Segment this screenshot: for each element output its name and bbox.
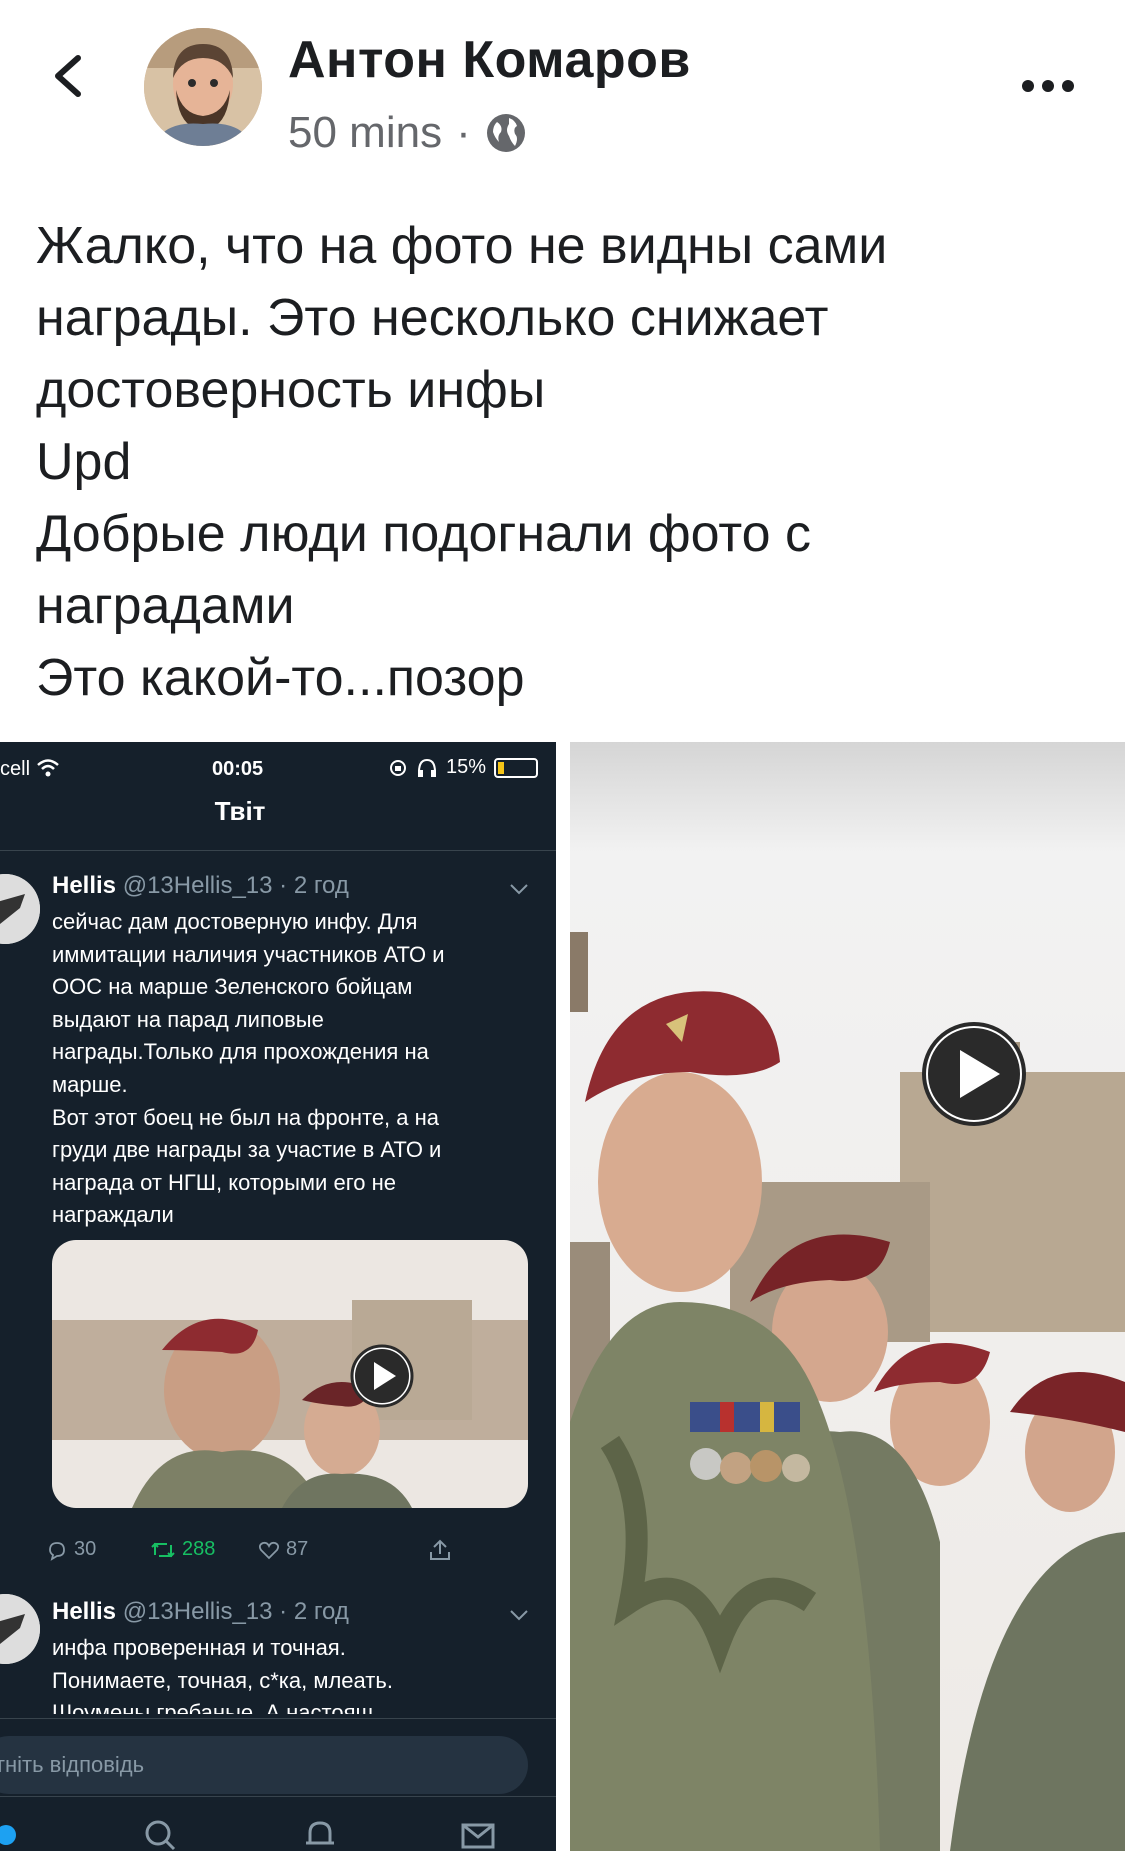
tweet-text-line: Шоумены гребаные. А настоящ xyxy=(52,1700,374,1714)
retweet-button[interactable]: 288 xyxy=(150,1538,215,1561)
tweet-text: инфа проверенная и точная. Понимаете, то… xyxy=(52,1632,522,1714)
notifications-icon[interactable] xyxy=(300,1815,340,1851)
tweet-age: · 2 год xyxy=(279,1598,349,1625)
carrier-label: cell xyxy=(0,758,31,780)
post-text-line: Жалко, что на фото не видны сами xyxy=(36,217,888,275)
heart-icon xyxy=(258,1541,280,1559)
tweet-header: Hellis @13Hellis_13 · 2 год xyxy=(52,1598,349,1626)
battery-icon xyxy=(494,757,539,778)
post-text-line: Это какой-то...позор xyxy=(36,649,525,707)
header-divider xyxy=(0,850,556,851)
tweet-text-line: награды.Только для прохождения на xyxy=(52,1039,429,1065)
tweet-screen-title: Твіт xyxy=(214,796,266,826)
tweet-handle: @13Hellis_13 xyxy=(122,1598,273,1625)
tweet-text-line: выдают на парад липовые xyxy=(52,1006,324,1032)
headphones-icon xyxy=(418,758,436,777)
reply-count: 30 xyxy=(74,1538,97,1560)
tweet-actions: 30 288 87 xyxy=(49,1538,512,1572)
reply-icon xyxy=(49,1541,65,1561)
post-text: Жалко, что на фото не видны сами награды… xyxy=(36,210,1096,714)
status-icons: 15% xyxy=(388,756,539,779)
tweet-avatar[interactable] xyxy=(0,874,40,944)
tweet-video-thumbnail[interactable] xyxy=(52,1240,528,1508)
tweet-author-name[interactable]: Hellis xyxy=(52,872,116,899)
like-count: 87 xyxy=(286,1538,309,1560)
tweet-author-name[interactable]: Hellis xyxy=(52,1598,116,1625)
tweet-text-line: иммитации наличия участников АТО и xyxy=(52,941,445,967)
tweet-text-line: сейчас дам достоверную инфу. Для xyxy=(52,909,418,934)
more-options-icon[interactable] xyxy=(1022,80,1078,100)
tweet-text: сейчас дам достоверную инфу. Для иммитац… xyxy=(52,906,522,1232)
tweet-age: · 2 год xyxy=(279,872,349,899)
tweet-text-line: инфа проверенная и точная. xyxy=(52,1635,346,1660)
reply-button[interactable]: 30 xyxy=(46,1538,96,1561)
phone-status-bar: cell 00:05 15% xyxy=(0,750,556,790)
soldier-video-image[interactable] xyxy=(570,742,1125,1851)
share-icon[interactable] xyxy=(428,1538,452,1562)
tweet-text-line: награда от НГШ, которыми его не xyxy=(52,1169,396,1195)
post-text-line: наградами xyxy=(36,577,295,635)
twitter-screenshot-image[interactable]: cell 00:05 15% Твіт Hellis @13Hellis_13 … xyxy=(0,742,556,1851)
post-time[interactable]: 50 mins xyxy=(288,108,442,158)
tweet-text-line: Вот этот боец не был на фронте, а на xyxy=(52,1104,440,1130)
tweet-text-line: награждали xyxy=(52,1202,174,1228)
battery-percent: 15% xyxy=(446,756,487,778)
post-meta: 50 mins · xyxy=(288,108,527,158)
post-text-line: Добрые люди подогнали фото с xyxy=(36,505,811,563)
tweet-text-line: груди две награды за участие в АТО и xyxy=(52,1137,442,1163)
tweet-text-line: марше. xyxy=(52,1071,128,1097)
globe-icon[interactable] xyxy=(485,112,527,154)
twitter-tab-bar xyxy=(0,1796,556,1851)
home-icon[interactable] xyxy=(0,1815,26,1851)
meta-separator: · xyxy=(456,108,471,157)
search-icon[interactable] xyxy=(140,1815,180,1851)
author-avatar[interactable] xyxy=(144,28,262,146)
tweet-text-line: Понимаете, точная, с*ка, млеать. xyxy=(52,1667,393,1693)
rotation-lock-icon xyxy=(390,759,406,776)
phone-clock: 00:05 xyxy=(212,758,264,780)
tweet-header: Hellis @13Hellis_13 · 2 год xyxy=(52,872,349,900)
chevron-down-icon[interactable] xyxy=(508,878,530,900)
reply-input[interactable]: ітніть відповідь xyxy=(0,1736,528,1794)
tweet-avatar[interactable] xyxy=(0,1594,40,1664)
tweet-handle: @13Hellis_13 xyxy=(122,872,273,899)
back-icon[interactable] xyxy=(48,52,96,100)
author-name[interactable]: Антон Комаров xyxy=(288,30,691,90)
retweet-icon xyxy=(151,1542,175,1557)
post-text-line: достоверность инфы xyxy=(36,361,546,419)
compose-divider xyxy=(0,1718,556,1719)
retweet-count: 288 xyxy=(182,1538,216,1560)
like-button[interactable]: 87 xyxy=(258,1538,308,1561)
messages-icon[interactable] xyxy=(458,1815,498,1851)
post-text-line: Upd xyxy=(36,433,132,491)
wifi-icon xyxy=(37,759,59,777)
tweet-text-line: ООС на марше Зеленского бойцам xyxy=(52,974,413,1000)
post-text-line: награды. Это несколько снижает xyxy=(36,289,829,347)
chevron-down-icon[interactable] xyxy=(508,1604,530,1626)
